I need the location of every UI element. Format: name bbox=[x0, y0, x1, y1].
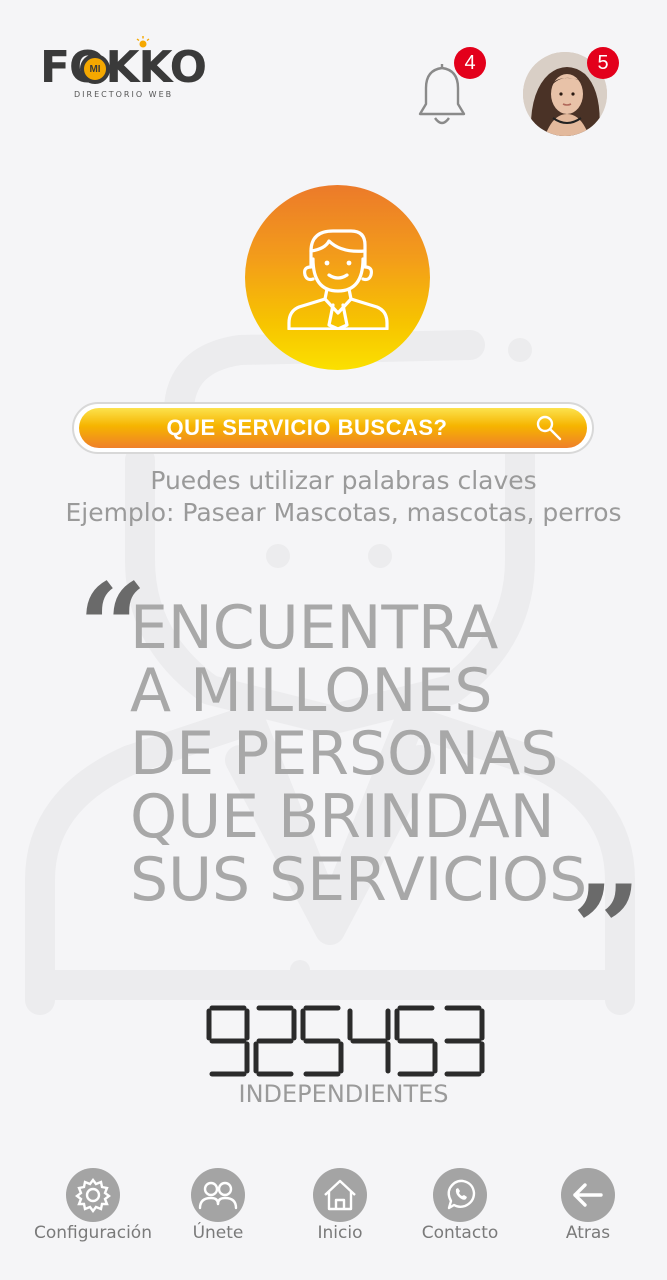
profile-count-badge: 5 bbox=[587, 47, 619, 79]
logo-badge: MI bbox=[80, 54, 110, 84]
search-hint-line1: Puedes utilizar palabras claves bbox=[150, 466, 537, 495]
nav-atras[interactable]: Atras bbox=[523, 1160, 653, 1250]
counter-digit bbox=[347, 1008, 391, 1074]
nav-unete[interactable]: Únete bbox=[153, 1160, 283, 1250]
nav-inicio[interactable]: Inicio bbox=[275, 1160, 405, 1250]
slogan-line: QUE BRINDAN bbox=[130, 782, 555, 852]
nav-label: Atras bbox=[565, 1223, 611, 1243]
search-label: QUE SERVICIO BUSCAS? bbox=[166, 415, 448, 440]
nav-icon-circle bbox=[66, 1168, 120, 1222]
nav-label: Inicio bbox=[317, 1223, 363, 1243]
close-quote-icon: ” bbox=[572, 859, 642, 1000]
counter-display bbox=[206, 1005, 485, 1077]
search-hint-line2: Ejemplo: Pasear Mascotas, mascotas, perr… bbox=[65, 498, 622, 527]
bottom-nav: Configuración Únete Inicio Contacto Atra… bbox=[0, 1160, 667, 1260]
logo[interactable]: FOKKO MI DIRECTORIO WEB bbox=[40, 36, 215, 108]
slogan-line: ENCUENTRA bbox=[130, 593, 499, 663]
home-icon bbox=[324, 1179, 356, 1211]
arrow-left-icon bbox=[573, 1183, 603, 1207]
nav-label: Contacto bbox=[421, 1223, 499, 1243]
whatsapp-icon bbox=[447, 1179, 476, 1210]
sun-icon bbox=[136, 36, 150, 48]
counter-digit bbox=[206, 1005, 250, 1077]
counter-digit bbox=[300, 1005, 344, 1077]
search-icon[interactable] bbox=[535, 414, 563, 442]
header: FOKKO MI DIRECTORIO WEB 4 5 bbox=[0, 0, 667, 160]
nav-configuracion[interactable]: Configuración bbox=[28, 1160, 158, 1250]
nav-icon-circle bbox=[313, 1168, 367, 1222]
counter-digit bbox=[253, 1005, 297, 1077]
nav-contacto[interactable]: Contacto bbox=[395, 1160, 525, 1250]
gear-icon bbox=[75, 1178, 111, 1213]
user-icon bbox=[287, 229, 389, 330]
slogan: ENCUENTRA A MILLONES DE PERSONAS QUE BRI… bbox=[130, 593, 588, 915]
search-button[interactable]: QUE SERVICIO BUSCAS? bbox=[79, 408, 587, 448]
slogan-line: SUS SERVICIOS bbox=[130, 845, 588, 915]
nav-icon-circle bbox=[433, 1168, 487, 1222]
nav-icon-circle bbox=[561, 1168, 615, 1222]
search-field: QUE SERVICIO BUSCAS? bbox=[72, 402, 594, 454]
hero-user-avatar bbox=[245, 185, 430, 370]
slogan-line: A MILLONES bbox=[130, 656, 493, 726]
users-icon bbox=[198, 1181, 238, 1210]
counter-label: INDEPENDIENTES bbox=[238, 1080, 449, 1108]
nav-label: Configuración bbox=[34, 1223, 152, 1243]
counter-digit bbox=[444, 1005, 485, 1077]
logo-brand: FOKKO bbox=[40, 42, 207, 93]
logo-tagline: DIRECTORIO WEB bbox=[74, 90, 174, 99]
nav-label: Únete bbox=[192, 1223, 244, 1243]
nav-icon-circle bbox=[191, 1168, 245, 1222]
notification-count-badge: 4 bbox=[454, 47, 486, 79]
logo-badge-text: MI bbox=[89, 64, 101, 75]
slogan-line: DE PERSONAS bbox=[130, 719, 559, 789]
counter-digit bbox=[394, 1005, 438, 1077]
